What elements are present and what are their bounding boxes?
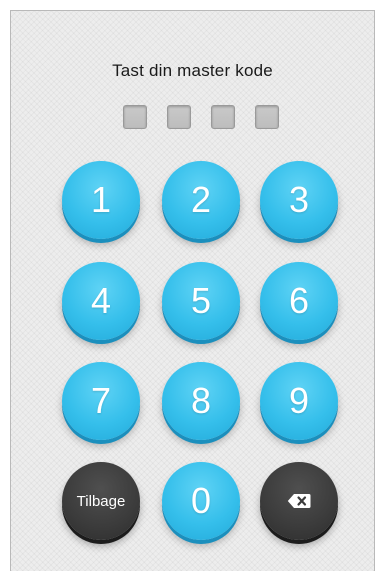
code-slot-3 xyxy=(211,105,235,129)
prompt-title: Tast din master kode xyxy=(112,61,273,80)
key-4[interactable]: 4 xyxy=(62,262,140,340)
key-8[interactable]: 8 xyxy=(162,362,240,440)
code-slot-1 xyxy=(123,105,147,129)
key-0[interactable]: 0 xyxy=(162,462,240,540)
key-6[interactable]: 6 xyxy=(260,262,338,340)
key-2-label: 2 xyxy=(190,179,212,220)
back-button-label: Tilbage xyxy=(76,492,126,510)
key-2[interactable]: 2 xyxy=(162,161,240,239)
code-slot-4 xyxy=(255,105,279,129)
key-5-label: 5 xyxy=(190,280,212,321)
key-8-label: 8 xyxy=(190,380,212,421)
key-9-label: 9 xyxy=(288,380,310,421)
key-3-label: 3 xyxy=(288,179,310,220)
delete-button[interactable] xyxy=(260,462,338,540)
key-6-label: 6 xyxy=(288,280,310,321)
passcode-screen: Tast din master kode 1 2 3 4 5 6 7 8 9 T… xyxy=(10,10,375,571)
key-7-label: 7 xyxy=(90,380,112,421)
key-5[interactable]: 5 xyxy=(162,262,240,340)
code-indicator xyxy=(11,105,374,129)
back-button[interactable]: Tilbage xyxy=(62,462,140,540)
key-9[interactable]: 9 xyxy=(260,362,338,440)
key-4-label: 4 xyxy=(90,280,112,321)
key-0-label: 0 xyxy=(190,480,212,521)
key-1-label: 1 xyxy=(90,179,112,220)
key-3[interactable]: 3 xyxy=(260,161,338,239)
backspace-icon xyxy=(287,494,311,508)
key-7[interactable]: 7 xyxy=(62,362,140,440)
code-slot-2 xyxy=(167,105,191,129)
key-1[interactable]: 1 xyxy=(62,161,140,239)
